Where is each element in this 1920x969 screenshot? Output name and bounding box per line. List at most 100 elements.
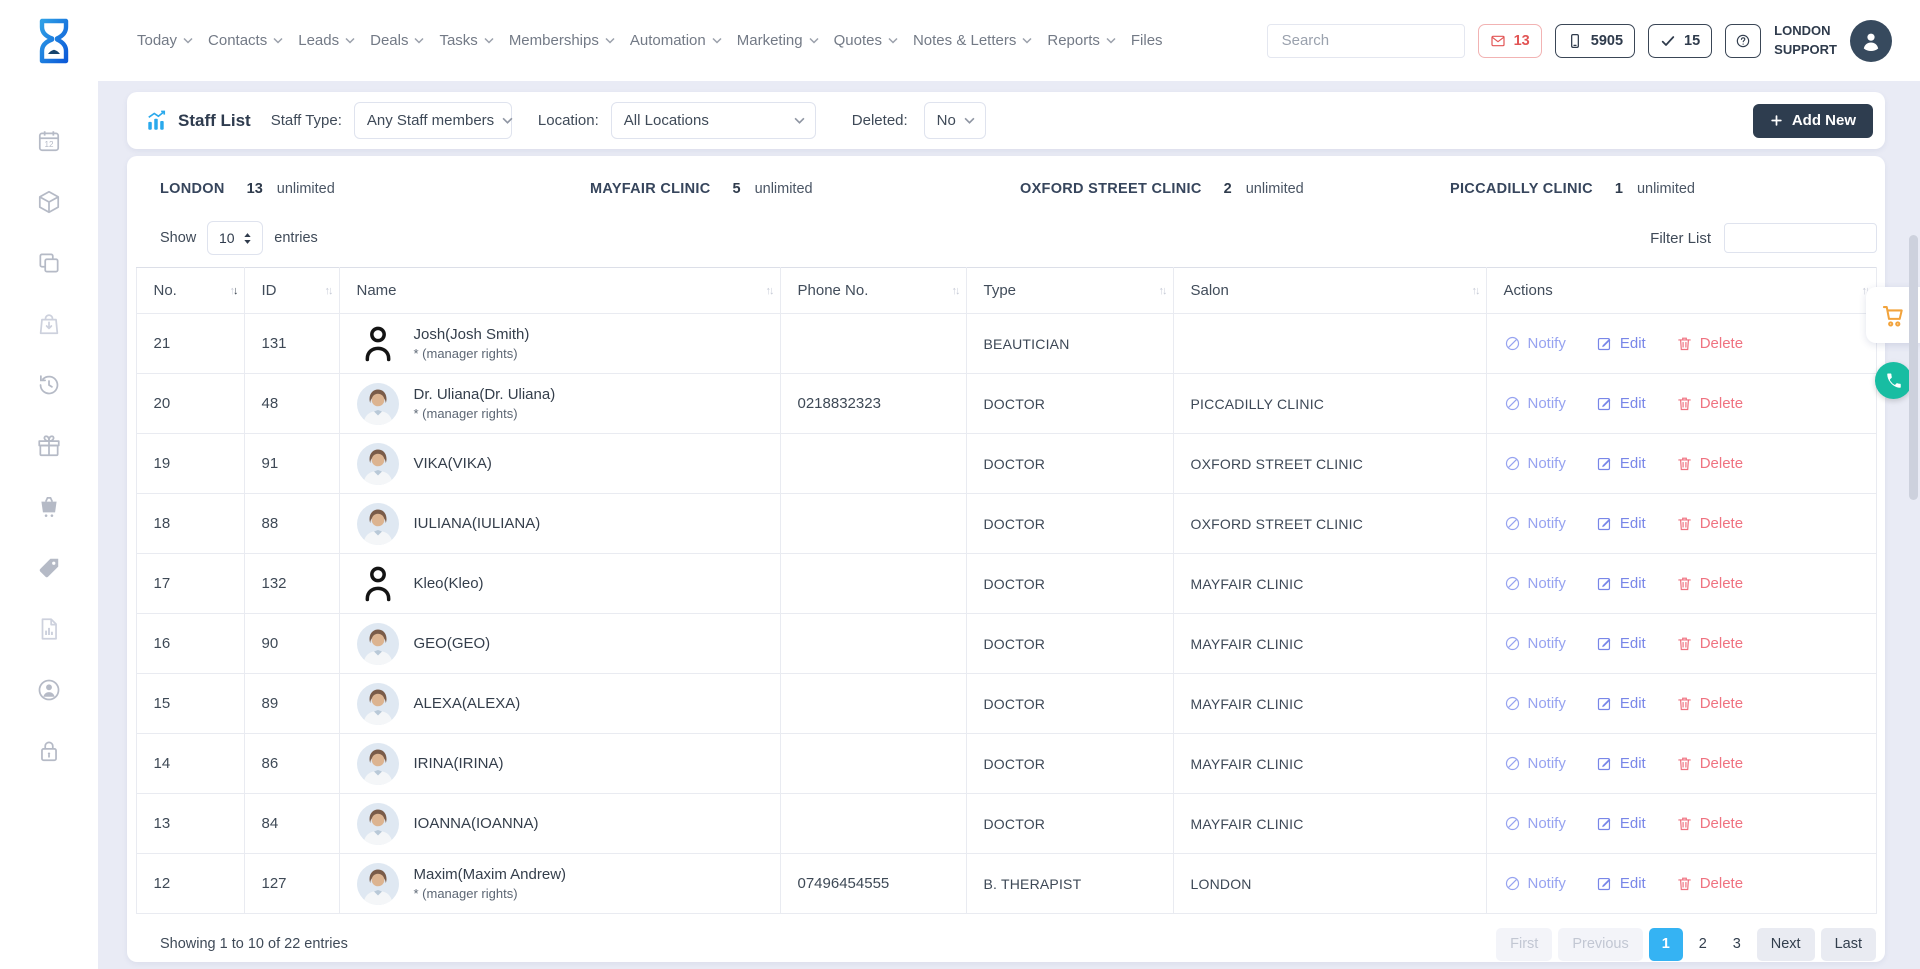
notify-button[interactable]: Notify — [1504, 875, 1566, 892]
phone-float-button[interactable] — [1875, 362, 1912, 399]
sidebar-item-report[interactable] — [36, 616, 62, 642]
sidebar-item-calendar[interactable]: 12 — [36, 128, 62, 154]
cell-salon: MAYFAIR CLINIC — [1173, 674, 1486, 734]
scrollbar[interactable] — [1909, 235, 1918, 500]
edit-button[interactable]: Edit — [1596, 395, 1646, 412]
messages-badge[interactable]: 13 — [1478, 24, 1542, 58]
app-logo[interactable] — [37, 17, 71, 65]
delete-button[interactable]: Delete — [1676, 635, 1743, 652]
edit-button[interactable]: Edit — [1596, 815, 1646, 832]
staff-name: ALEXA(ALEXA) — [414, 695, 521, 712]
sidebar-item-history[interactable] — [36, 372, 62, 398]
calls-badge[interactable]: 5905 — [1555, 24, 1635, 58]
staff-type-select[interactable]: Any Staff members — [354, 102, 512, 139]
staff-avatar — [357, 623, 399, 665]
edit-button[interactable]: Edit — [1596, 875, 1646, 892]
user-avatar[interactable] — [1850, 20, 1892, 62]
delete-button[interactable]: Delete — [1676, 455, 1743, 472]
sidebar-item-lock[interactable] — [36, 738, 62, 764]
cell-salon — [1173, 314, 1486, 374]
pagination-1[interactable]: 1 — [1649, 928, 1683, 961]
edit-icon — [1596, 875, 1613, 892]
notify-button[interactable]: Notify — [1504, 395, 1566, 412]
col-actions[interactable]: Actions↑↓ — [1486, 268, 1876, 314]
staff-name: Kleo(Kleo) — [414, 575, 484, 592]
pagination-3[interactable]: 3 — [1723, 928, 1751, 961]
table-row: 19 91 VIKA(VIKA) DOCTOR OXFORD STREET CL… — [136, 434, 1876, 494]
search-input[interactable] — [1280, 31, 1483, 50]
edit-button[interactable]: Edit — [1596, 335, 1646, 352]
edit-button[interactable]: Edit — [1596, 575, 1646, 592]
notify-button[interactable]: Notify — [1504, 515, 1566, 532]
pagination-last[interactable]: Last — [1821, 928, 1876, 961]
edit-button[interactable]: Edit — [1596, 455, 1646, 472]
search-box[interactable] — [1267, 24, 1465, 58]
edit-button[interactable]: Edit — [1596, 755, 1646, 772]
location-select[interactable]: All Locations — [611, 102, 816, 139]
delete-button[interactable]: Delete — [1676, 395, 1743, 412]
add-new-button[interactable]: Add New — [1753, 104, 1873, 138]
sidebar-item-shopping-bag[interactable] — [36, 311, 62, 337]
nav-item-files[interactable]: Files — [1131, 32, 1163, 49]
nav-item-notes-letters[interactable]: Notes & Letters — [913, 32, 1032, 49]
deleted-select[interactable]: No — [924, 102, 986, 139]
delete-button[interactable]: Delete — [1676, 515, 1743, 532]
cell-type: DOCTOR — [966, 734, 1173, 794]
location-stat: PICCADILLY CLINIC 1 unlimited — [1450, 181, 1885, 197]
pagination-next[interactable]: Next — [1757, 928, 1815, 961]
nav-item-reports[interactable]: Reports — [1047, 32, 1116, 49]
col-type[interactable]: Type↑↓ — [966, 268, 1173, 314]
filter-input[interactable] — [1724, 223, 1877, 253]
notify-button[interactable]: Notify — [1504, 755, 1566, 772]
edit-button[interactable]: Edit — [1596, 635, 1646, 652]
pagination-2[interactable]: 2 — [1689, 928, 1717, 961]
col-no[interactable]: No.↑↓ — [136, 268, 244, 314]
notify-button[interactable]: Notify — [1504, 815, 1566, 832]
nav-item-leads[interactable]: Leads — [298, 32, 355, 49]
delete-button[interactable]: Delete — [1676, 695, 1743, 712]
envelope-icon — [1490, 33, 1506, 49]
help-button[interactable] — [1725, 24, 1761, 58]
col-phone[interactable]: Phone No.↑↓ — [780, 268, 966, 314]
notify-button[interactable]: Notify — [1504, 335, 1566, 352]
nav-item-tasks[interactable]: Tasks — [439, 32, 493, 49]
sidebar-item-user-circle[interactable] — [36, 677, 62, 703]
notify-icon — [1504, 875, 1521, 892]
sidebar-item-copy[interactable] — [36, 250, 62, 276]
notify-button[interactable]: Notify — [1504, 635, 1566, 652]
nav-item-contacts[interactable]: Contacts — [208, 32, 283, 49]
cell-name: Dr. Uliana(Dr. Uliana) * (manager rights… — [339, 374, 780, 434]
sidebar-item-price-tag[interactable] — [36, 555, 62, 581]
delete-button[interactable]: Delete — [1676, 875, 1743, 892]
nav-item-automation[interactable]: Automation — [630, 32, 722, 49]
page-size-select[interactable]: 10 — [207, 221, 263, 255]
sort-icon: ↑↓ — [766, 284, 773, 296]
delete-button[interactable]: Delete — [1676, 575, 1743, 592]
cell-id: 90 — [244, 614, 339, 674]
delete-button[interactable]: Delete — [1676, 815, 1743, 832]
notify-button[interactable]: Notify — [1504, 695, 1566, 712]
tasks-badge[interactable]: 15 — [1648, 24, 1712, 58]
nav-item-memberships[interactable]: Memberships — [509, 32, 615, 49]
cell-actions: Notify Edit Delete — [1486, 314, 1876, 374]
notify-button[interactable]: Notify — [1504, 455, 1566, 472]
col-id[interactable]: ID↑↓ — [244, 268, 339, 314]
edit-button[interactable]: Edit — [1596, 695, 1646, 712]
package-icon — [36, 189, 62, 215]
delete-button[interactable]: Delete — [1676, 755, 1743, 772]
cell-name: Josh(Josh Smith) * (manager rights) — [339, 314, 780, 374]
nav-item-quotes[interactable]: Quotes — [834, 32, 898, 49]
sidebar-item-package[interactable] — [36, 189, 62, 215]
nav-item-marketing[interactable]: Marketing — [737, 32, 819, 49]
nav-item-today[interactable]: Today — [137, 32, 193, 49]
edit-button[interactable]: Edit — [1596, 515, 1646, 532]
svg-text:12: 12 — [44, 140, 54, 149]
delete-button[interactable]: Delete — [1676, 335, 1743, 352]
chevron-down-icon — [809, 37, 819, 44]
nav-item-deals[interactable]: Deals — [370, 32, 424, 49]
sidebar-item-cart[interactable] — [36, 494, 62, 520]
notify-button[interactable]: Notify — [1504, 575, 1566, 592]
col-salon[interactable]: Salon↑↓ — [1173, 268, 1486, 314]
col-name[interactable]: Name↑↓ — [339, 268, 780, 314]
sidebar-item-gift[interactable] — [36, 433, 62, 459]
